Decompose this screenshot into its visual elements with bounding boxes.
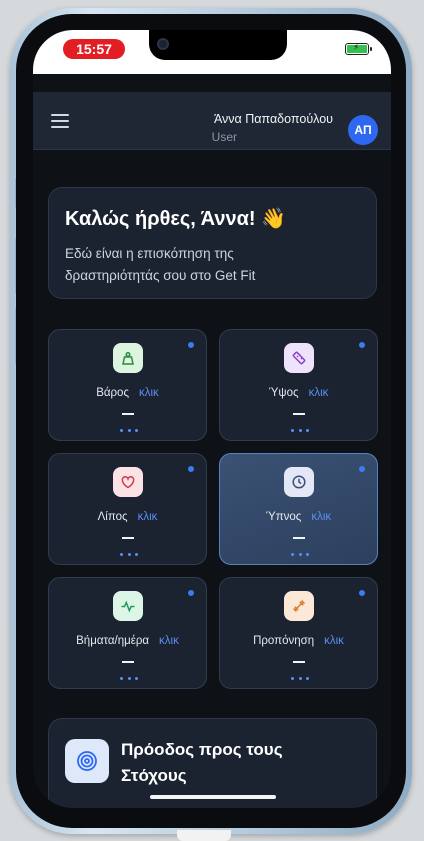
- goals-progress-title: Πρόοδος προς τους Στόχους: [121, 740, 283, 785]
- user-name: Άννα Παπαδοπούλου: [213, 112, 333, 126]
- status-dot: [188, 342, 194, 348]
- metric-value: [293, 661, 305, 663]
- metric-card-weight[interactable]: Βάρος κλικ: [48, 329, 207, 441]
- more-dots-icon[interactable]: [120, 677, 138, 681]
- metric-value: [122, 413, 134, 415]
- target-icon: [65, 739, 109, 783]
- metric-action-link[interactable]: κλικ: [138, 511, 158, 523]
- battery-tip: [370, 47, 372, 51]
- scale-icon: [113, 343, 143, 373]
- app-header: Άννα Παπαδοπούλου User ΑΠ: [33, 92, 391, 150]
- metric-label: Βάρος: [96, 387, 129, 399]
- welcome-title: Καλώς ήρθες, Άννα! 👋: [65, 208, 287, 230]
- more-dots-icon[interactable]: [291, 553, 309, 557]
- battery-icon: ⚡: [345, 42, 369, 55]
- metric-action-link[interactable]: κλικ: [311, 511, 331, 523]
- more-dots-icon[interactable]: [120, 553, 138, 557]
- status-time: 15:57: [63, 39, 125, 59]
- metric-card-height[interactable]: Ύψος κλικ: [219, 329, 378, 441]
- metric-action-link[interactable]: κλικ: [139, 387, 159, 399]
- metric-card-sleep[interactable]: Ύπνος κλικ: [219, 453, 378, 565]
- status-gap: [33, 74, 391, 92]
- more-dots-icon[interactable]: [291, 429, 309, 433]
- status-dot: [188, 466, 194, 472]
- heart-icon: [113, 467, 143, 497]
- screen: 15:57 ⚡ Άννα Παπαδοπούλου User ΑΠ Καλώς …: [33, 30, 391, 808]
- ruler-icon: [284, 343, 314, 373]
- metric-value: [122, 537, 134, 539]
- activity-icon: [113, 591, 143, 621]
- welcome-text: Εδώ είναι η επισκόπηση της δραστηριότητά…: [65, 246, 256, 283]
- metric-value: [122, 661, 134, 663]
- metric-action-link[interactable]: κλικ: [309, 387, 329, 399]
- charger-cable: [177, 830, 231, 841]
- metric-action-link[interactable]: κλικ: [159, 635, 179, 647]
- camera-icon: [157, 38, 169, 50]
- more-dots-icon[interactable]: [291, 677, 309, 681]
- status-bar: 15:57 ⚡: [33, 30, 391, 74]
- welcome-card: Καλώς ήρθες, Άννα! 👋 Εδώ είναι η επισκόπ…: [48, 187, 377, 299]
- metric-value: [293, 413, 305, 415]
- metric-action-link[interactable]: κλικ: [324, 635, 344, 647]
- home-indicator[interactable]: [150, 795, 276, 799]
- status-dot: [359, 466, 365, 472]
- user-role: User: [211, 130, 237, 144]
- metric-label: Ύπνος: [265, 511, 302, 523]
- metric-label: Προπόνηση: [253, 635, 315, 647]
- status-dot: [359, 342, 365, 348]
- clock-icon: [284, 467, 314, 497]
- more-dots-icon[interactable]: [120, 429, 138, 433]
- avatar[interactable]: ΑΠ: [348, 115, 378, 145]
- metric-card-training[interactable]: Προπόνηση κλικ: [219, 577, 378, 689]
- dumbbell-icon: [284, 591, 314, 621]
- status-dot: [359, 590, 365, 596]
- menu-icon[interactable]: [51, 114, 69, 128]
- status-dot: [188, 590, 194, 596]
- metric-label: Βήματα/ημέρα: [76, 635, 150, 647]
- dynamic-island: [149, 30, 287, 60]
- metric-card-fat[interactable]: Λίπος κλικ: [48, 453, 207, 565]
- metric-label: Ύψος: [268, 387, 299, 399]
- metric-card-steps[interactable]: Βήματα/ημέρα κλικ: [48, 577, 207, 689]
- metric-value: [293, 537, 305, 539]
- metric-label: Λίπος: [97, 511, 128, 523]
